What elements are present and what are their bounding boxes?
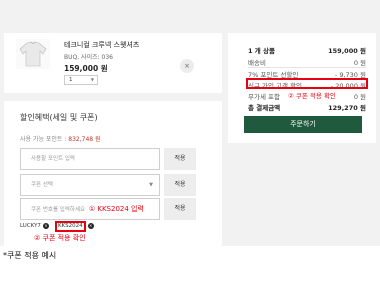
summary-label: 1 개 상품: [248, 47, 275, 55]
summary-value: 129,270 원: [328, 104, 366, 112]
summary-value: 159,000 원: [328, 47, 366, 55]
discount-panel: 할인혜택(세일 및 쿠폰) 사용 가능 포인트 : 832,748 원 사용할 …: [4, 101, 222, 246]
product-name[interactable]: 테크니컬 크루넥 스웻셔츠: [64, 40, 139, 50]
point-input[interactable]: 사용할 포인트 입력: [20, 148, 160, 170]
summary-row-shipping: 배송비 0 원: [248, 57, 366, 67]
sweatshirt-image: [19, 41, 47, 67]
coupon-code-input[interactable]: 쿠폰 번호를 입력하세요 ① KKS2024 입력: [20, 198, 160, 220]
discount-title: 할인혜택(세일 및 쿠폰): [20, 113, 98, 122]
applied-coupon-prefix: LUCKY7: [20, 223, 41, 229]
product-thumbnail[interactable]: [16, 39, 50, 69]
order-summary: 1 개 상품 159,000 원 배송비 0 원 7% 포인트 선할인 - 9,…: [228, 33, 376, 143]
summary-row-items: 1 개 상품 159,000 원: [248, 45, 366, 55]
coupon-code-apply-button[interactable]: 적용: [164, 198, 196, 220]
applied-coupon-code: KKS2024: [54, 220, 86, 232]
point-input-placeholder: 사용할 포인트 입력: [31, 156, 75, 162]
applied-coupons: LUCKY7 × KKS2024 ×: [20, 220, 96, 232]
remove-item-button[interactable]: ×: [180, 59, 194, 73]
quantity-select[interactable]: 1 ▼: [64, 75, 98, 85]
summary-row-total: 총 결제금액 129,270 원: [248, 102, 366, 112]
summary-label: 무가세 포함: [248, 93, 280, 101]
caption: *쿠폰 적용 예시: [3, 251, 57, 260]
coupon-select-apply-button[interactable]: 적용: [164, 174, 196, 196]
points-label: 사용 가능 포인트 :: [20, 136, 69, 143]
remove-coupon-icon[interactable]: ×: [42, 223, 49, 229]
summary-value: 0 원: [353, 59, 366, 67]
available-points: 사용 가능 포인트 : 832,748 원: [20, 134, 101, 143]
points-value: 832,748 원: [68, 136, 101, 143]
product-card: 테크니컬 크루넥 스웻셔츠 BUQ, 사이즈: 036 159,000 원 1 …: [4, 33, 222, 93]
coupon-select-placeholder: 쿠폰 선택: [31, 182, 53, 188]
summary-label: 배송비: [248, 59, 266, 67]
divider: [248, 67, 366, 68]
coupon-code-placeholder: 쿠폰 번호를 입력하세요: [31, 207, 86, 213]
discount-highlight-box: [246, 78, 368, 89]
summary-annotation: ② 쿠폰 적용 확인: [288, 90, 336, 100]
coupon-select[interactable]: 쿠폰 선택 ▼: [20, 174, 160, 196]
coupon-confirm-annotation: ② 쿠폰 적용 확인: [34, 234, 86, 242]
remove-coupon-icon[interactable]: ×: [87, 223, 94, 229]
quantity-value: 1: [69, 77, 73, 83]
chevron-down-icon: ▼: [149, 182, 153, 188]
summary-label: 총 결제금액: [248, 104, 281, 112]
chevron-down-icon: ▼: [90, 77, 94, 82]
product-option: BUQ, 사이즈: 036: [64, 54, 113, 61]
product-price: 159,000 원: [64, 64, 108, 73]
coupon-code-annotation: ① KKS2024 입력: [88, 205, 144, 213]
order-button[interactable]: 주문하기: [244, 116, 362, 133]
cart-page: 테크니컬 크루넥 스웻셔츠 BUQ, 사이즈: 036 159,000 원 1 …: [0, 0, 380, 246]
summary-value: 0 원: [353, 93, 366, 101]
point-apply-button[interactable]: 적용: [164, 148, 196, 170]
